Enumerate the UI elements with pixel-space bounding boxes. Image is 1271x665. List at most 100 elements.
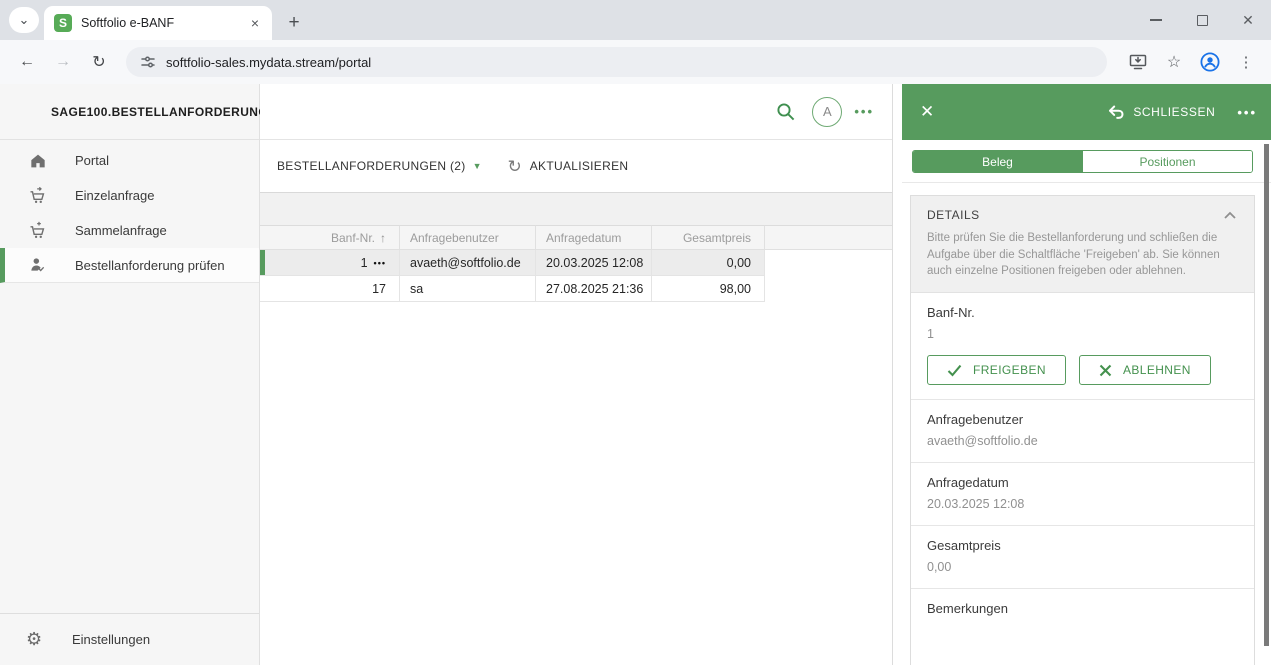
panel-overflow-icon[interactable]: ••• [1237,105,1257,120]
sidebar: SAGE100.BESTELLANFORDERUNG Portal [0,84,260,665]
address-bar[interactable]: softfolio-sales.mydata.stream/portal [126,47,1107,77]
window-close-button[interactable]: ✕ [1225,0,1271,40]
action-buttons: FREIGEBEN ABLEHNEN [927,355,1238,385]
sidebar-item-bestellanforderung-pruefen[interactable]: Bestellanforderung prüfen [0,248,259,283]
table-row[interactable]: 17 sa 27.08.2025 21:36 98,00 [260,276,892,302]
reload-button[interactable]: ↻ [84,47,114,77]
column-label: Anfragebenutzer [410,231,499,245]
cell-value: 98,00 [720,282,751,296]
schliessen-button[interactable]: SCHLIESSEN [1133,105,1215,119]
field-label: Bemerkungen [927,601,1238,616]
chevron-up-icon[interactable] [1222,209,1238,221]
field-bemerkungen: Bemerkungen [911,589,1254,665]
row-menu-icon[interactable]: ••• [374,258,386,268]
appbar-overflow-icon[interactable]: ••• [854,104,878,119]
details-card: DETAILS Bitte prüfen Sie die Bestellanfo… [910,195,1255,665]
panel-header-actions: SCHLIESSEN ••• [1106,103,1257,121]
tab-positionen[interactable]: Positionen [1082,151,1252,172]
field-banf-nr: Banf-Nr. 1 FREIGEBEN [911,293,1254,400]
sort-asc-icon: ↑ [380,231,386,245]
panel-scrollbar[interactable] [1264,144,1269,646]
sidebar-item-sammelanfrage[interactable]: Sammelanfrage [0,213,259,248]
column-label: Anfragedatum [546,231,621,245]
field-value: 20.03.2025 12:08 [927,497,1238,511]
panel-close-icon[interactable]: ✕ [920,102,934,122]
sidebar-item-portal[interactable]: Portal [0,143,259,178]
back-button[interactable]: ← [12,47,42,77]
cart-plus-icon [28,221,50,241]
collection-label: BESTELLANFORDERUNGEN (2) [277,159,466,173]
new-tab-button[interactable]: + [280,9,308,37]
sidebar-item-label: Portal [75,153,109,168]
bookmark-star-icon[interactable]: ☆ [1159,47,1189,77]
table-row[interactable]: 1 ••• avaeth@softfolio.de 20.03.2025 12:… [260,250,892,276]
tab-title: Softfolio e-BANF [81,16,246,30]
column-header-anfragebenutzer[interactable]: Anfragebenutzer [400,225,536,250]
cell-value: 0,00 [727,256,751,270]
main-appbar: A ••• [260,84,892,140]
cell-value: sa [410,282,423,296]
cell-filler [765,250,892,276]
check-icon [947,364,962,377]
field-value: 0,00 [927,560,1238,574]
minimize-icon [1150,19,1162,21]
panel-tabs: Beleg Positionen [912,150,1253,173]
panel-divider [902,182,1271,183]
cell-value: 27.08.2025 21:36 [546,282,643,296]
field-value [927,623,1238,637]
undo-icon [1106,103,1125,121]
site-settings-icon[interactable] [140,54,156,70]
browser-menu-button[interactable]: ⋮ [1231,47,1261,77]
sidebar-nav: Portal Einzelanfrage [0,140,259,613]
close-icon: ✕ [1242,12,1254,29]
button-label: ABLEHNEN [1123,363,1191,377]
softfolio-favicon-icon: S [54,14,72,32]
install-app-button[interactable] [1123,47,1153,77]
maximize-icon [1197,15,1208,26]
tab-beleg[interactable]: Beleg [913,151,1082,172]
browser-tab[interactable]: S Softfolio e-BANF × [44,6,272,40]
tab-search-button[interactable]: ⌄ [9,7,39,33]
field-label: Banf-Nr. [927,305,1238,320]
cell-anfragebenutzer: sa [400,276,536,302]
chevron-down-icon: ⌄ [19,12,30,28]
window-maximize-button[interactable] [1179,0,1225,40]
refresh-button[interactable]: ↻ AKTUALISIEREN [508,158,629,175]
kebab-menu-icon: ⋮ [1239,53,1254,71]
column-header-banf-nr[interactable]: Banf-Nr. ↑ [260,225,400,250]
sidebar-item-einzelanfrage[interactable]: Einzelanfrage [0,178,259,213]
requests-table: Banf-Nr. ↑ Anfragebenutzer Anfragedatum … [260,225,892,302]
sidebar-item-label: Einzelanfrage [75,188,155,203]
browser-profile-button[interactable] [1195,47,1225,77]
user-avatar[interactable]: A [812,97,842,127]
navbar-actions: ☆ ⋮ [1117,47,1261,77]
cart-arrow-icon [28,186,50,206]
window-minimize-button[interactable] [1133,0,1179,40]
user-check-icon [28,255,50,275]
cell-value: 17 [372,282,386,296]
main-area: A ••• BESTELLANFORDERUNGEN (2) ▼ ↻ AKTUA… [260,84,893,665]
cell-anfragebenutzer: avaeth@softfolio.de [400,250,536,276]
cell-gesamtpreis: 98,00 [652,276,765,302]
search-icon[interactable] [770,97,800,127]
collection-dropdown[interactable]: BESTELLANFORDERUNGEN (2) ▼ [277,159,482,173]
freigeben-button[interactable]: FREIGEBEN [927,355,1066,385]
column-header-anfragedatum[interactable]: Anfragedatum [536,225,652,250]
cell-value: 1 [361,256,368,270]
browser-tabstrip: ⌄ S Softfolio e-BANF × + ✕ [0,0,1271,40]
cell-banf-nr: 17 [260,276,400,302]
star-icon: ☆ [1167,52,1181,72]
field-label: Gesamtpreis [927,538,1238,553]
sidebar-item-einstellungen[interactable]: ⚙ Einstellungen [0,613,259,665]
cell-banf-nr: 1 ••• [260,250,400,276]
column-header-gesamtpreis[interactable]: Gesamtpreis [652,225,765,250]
x-icon [1099,364,1112,377]
forward-button[interactable]: → [48,47,78,77]
ablehnen-button[interactable]: ABLEHNEN [1079,355,1211,385]
sidebar-header: SAGE100.BESTELLANFORDERUNG [0,84,259,140]
column-header-filler [765,225,892,250]
field-label: Anfragedatum [927,475,1238,490]
panel-header: ✕ SCHLIESSEN ••• [902,84,1271,140]
settings-label: Einstellungen [72,632,150,647]
tab-close-icon[interactable]: × [246,14,264,32]
